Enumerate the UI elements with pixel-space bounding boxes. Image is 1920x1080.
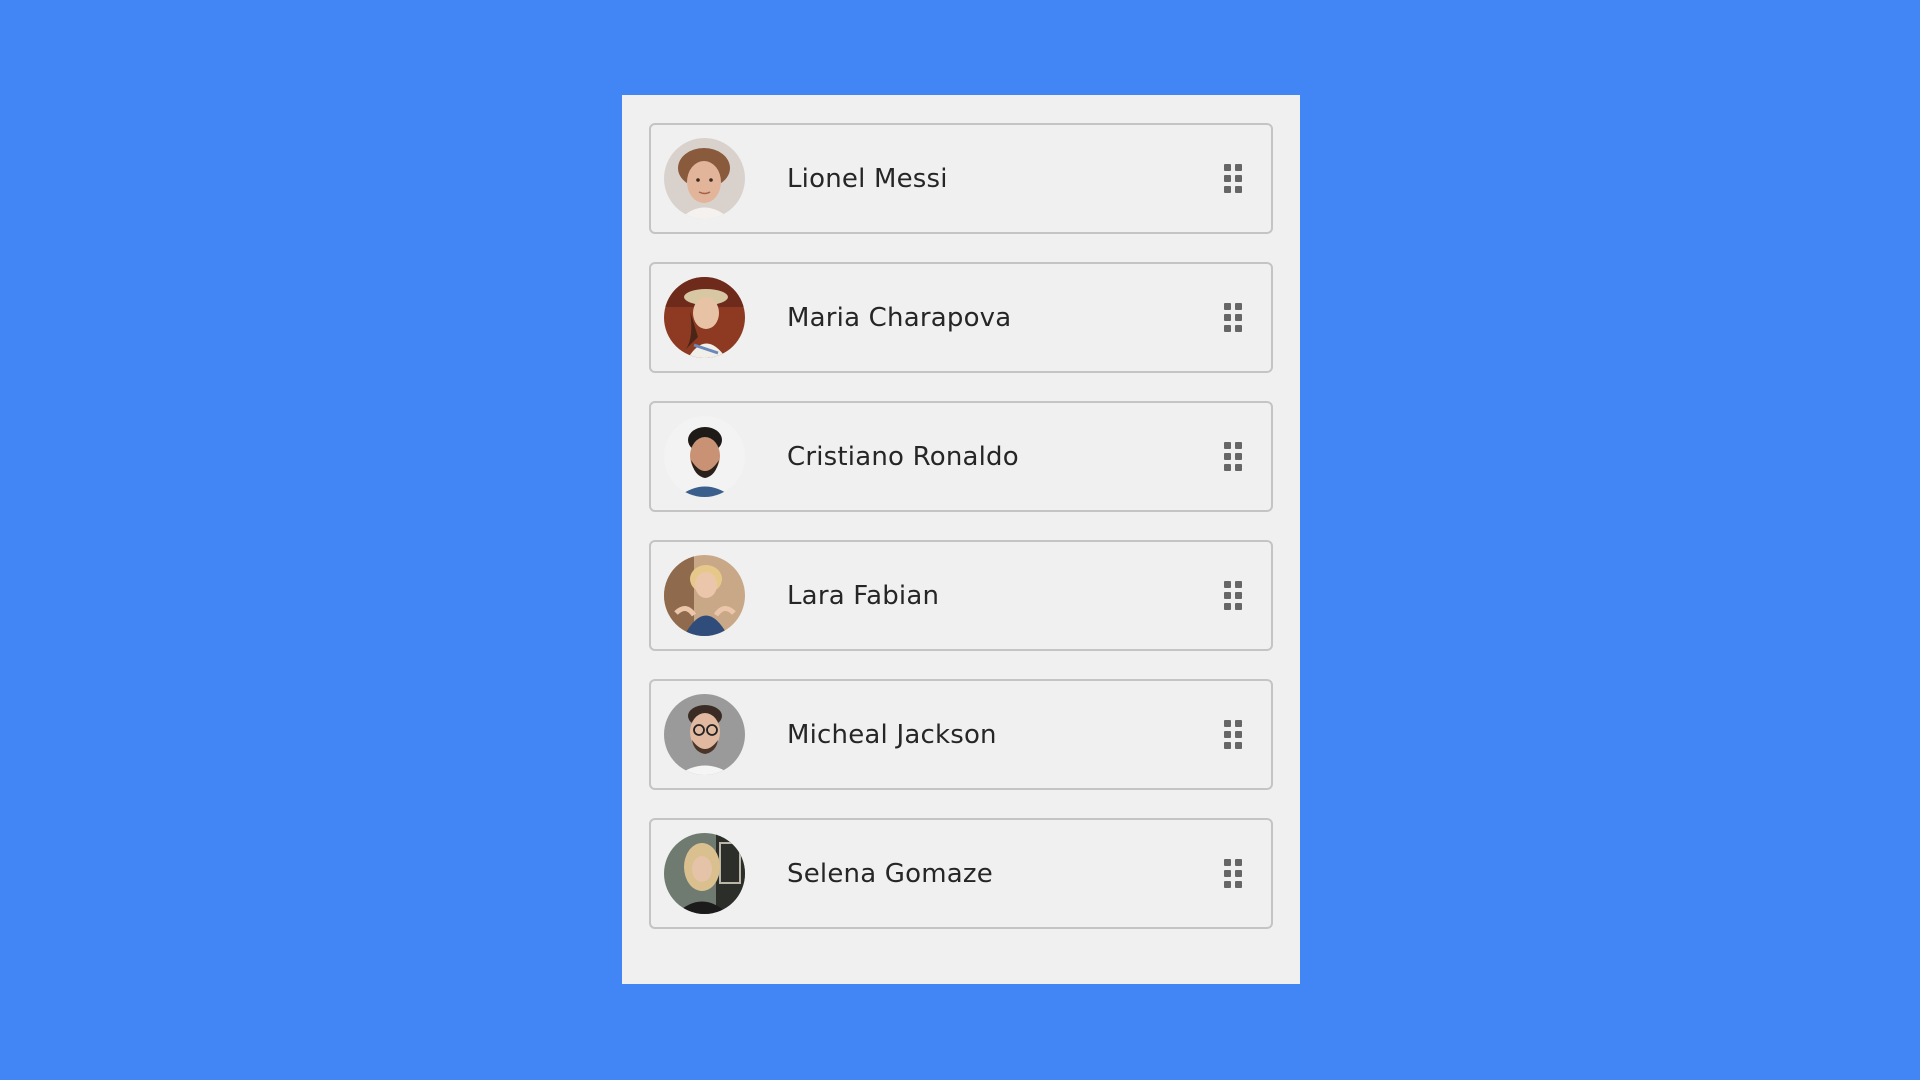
person-name: Selena Gomaze [787, 858, 993, 889]
avatar [664, 833, 745, 914]
drag-handle-icon[interactable] [1221, 859, 1245, 889]
drag-handle-icon[interactable] [1221, 442, 1245, 472]
person-name: Maria Charapova [787, 302, 1012, 333]
list-item[interactable]: Lionel Messi [649, 123, 1273, 234]
avatar [664, 138, 745, 219]
avatar [664, 277, 745, 358]
list-item[interactable]: Selena Gomaze [649, 818, 1273, 929]
drag-handle-icon[interactable] [1221, 720, 1245, 750]
sortable-list: Lionel Messi Maria Charapova Cristiano R… [649, 123, 1273, 929]
list-item[interactable]: Micheal Jackson [649, 679, 1273, 790]
person-name: Cristiano Ronaldo [787, 441, 1019, 472]
person-name: Lionel Messi [787, 163, 948, 194]
avatar [664, 416, 745, 497]
avatar [664, 694, 745, 775]
drag-handle-icon[interactable] [1221, 164, 1245, 194]
list-item[interactable]: Lara Fabian [649, 540, 1273, 651]
person-name: Micheal Jackson [787, 719, 997, 750]
drag-handle-icon[interactable] [1221, 303, 1245, 333]
sortable-list-panel: Lionel Messi Maria Charapova Cristiano R… [622, 95, 1300, 984]
drag-handle-icon[interactable] [1221, 581, 1245, 611]
avatar [664, 555, 745, 636]
list-item[interactable]: Maria Charapova [649, 262, 1273, 373]
list-item[interactable]: Cristiano Ronaldo [649, 401, 1273, 512]
person-name: Lara Fabian [787, 580, 940, 611]
